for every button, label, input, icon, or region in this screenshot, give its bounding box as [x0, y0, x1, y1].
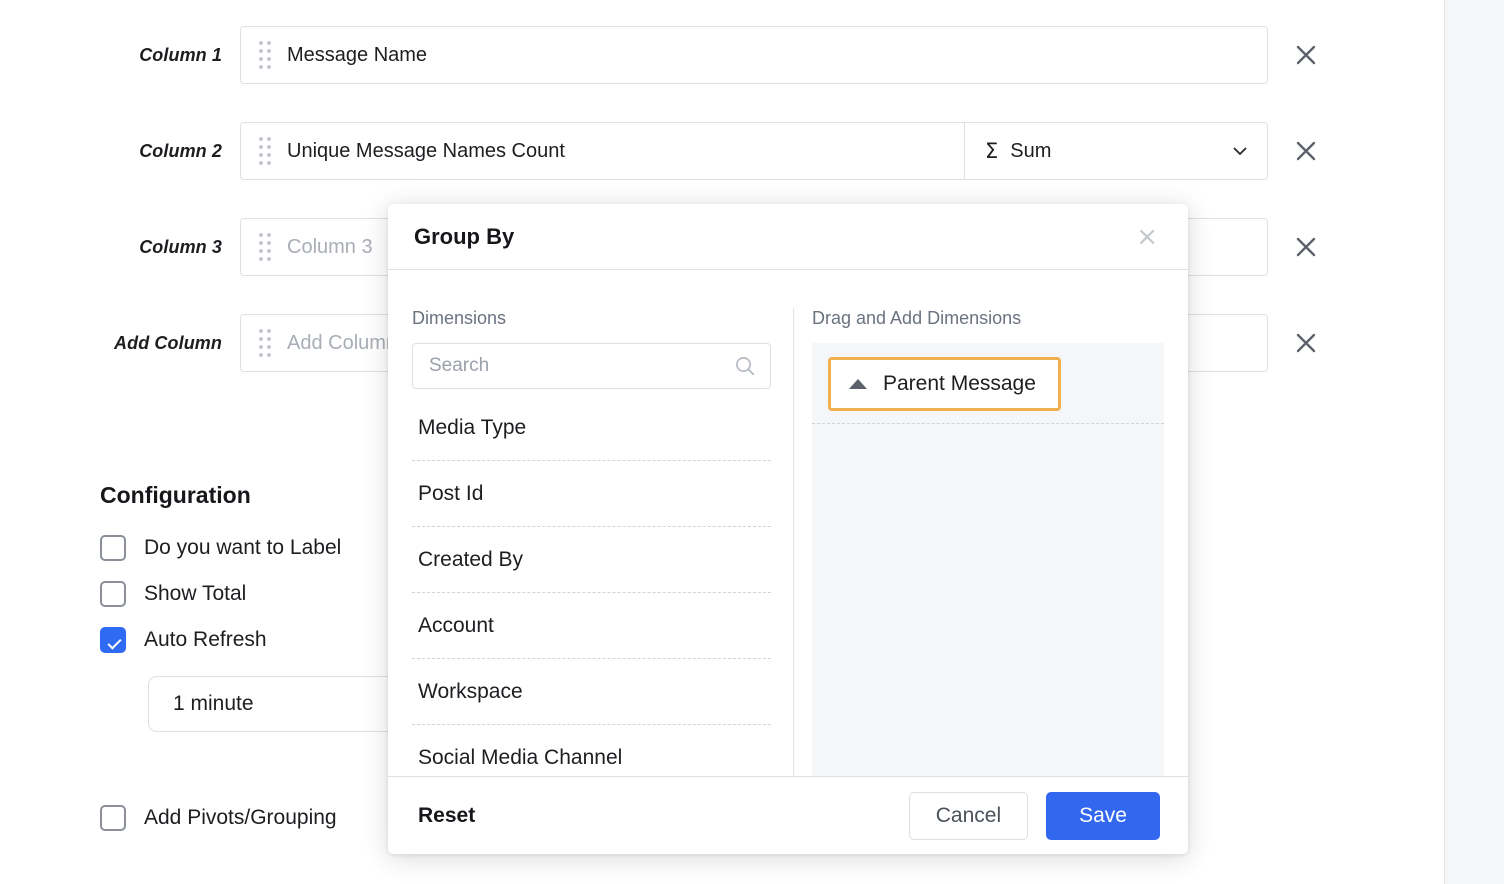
dimensions-list: Media Type Post Id Created By Account Wo…: [412, 395, 771, 776]
config-option-label: Add Pivots/Grouping: [144, 806, 337, 829]
column-field[interactable]: Unique Message Names Count: [240, 122, 964, 180]
close-icon: [1296, 237, 1316, 257]
modal-body: Dimensions Media Type Post Id Created By…: [388, 270, 1188, 776]
configuration-heading: Configuration: [100, 482, 251, 508]
config-option-auto-refresh[interactable]: Auto Refresh: [100, 625, 267, 655]
config-option-do-you-want-to-label[interactable]: Do you want to Label: [100, 533, 341, 563]
selected-dimension-chip[interactable]: Parent Message: [828, 357, 1061, 411]
column-field-wrap: Message Name: [240, 26, 1268, 84]
remove-column-button[interactable]: [1268, 40, 1344, 70]
column-row-label: Column 2: [139, 140, 222, 161]
dimensions-caption: Dimensions: [412, 308, 507, 328]
column-field[interactable]: Message Name: [240, 26, 1268, 84]
column-row-label: Column 3: [139, 236, 222, 257]
dimensions-drop-zone[interactable]: Parent Message: [812, 343, 1164, 776]
search-icon[interactable]: [734, 355, 756, 377]
dimensions-search[interactable]: [412, 343, 771, 389]
close-icon: [1296, 333, 1316, 353]
list-item[interactable]: Account: [412, 593, 771, 659]
checkbox-icon[interactable]: [100, 535, 126, 561]
column-row: Column 2 Unique Message Names Count Σ Su…: [0, 122, 1400, 180]
checkbox-checked-icon[interactable]: [100, 627, 126, 653]
config-option-label: Show Total: [144, 582, 247, 605]
refresh-interval-value: 1 minute: [173, 692, 254, 715]
column-field-value: Unique Message Names Count: [287, 139, 565, 162]
right-side-panel: [1445, 0, 1504, 884]
selected-dimension-label: Parent Message: [883, 372, 1036, 395]
remove-column-button[interactable]: [1268, 328, 1344, 358]
drag-handle-icon[interactable]: [259, 40, 271, 70]
list-item[interactable]: Workspace: [412, 659, 771, 725]
aggregate-value: Sum: [1010, 139, 1052, 162]
search-input[interactable]: [429, 355, 734, 377]
column-field-value: Message Name: [287, 43, 428, 66]
dimensions-pane: Dimensions Media Type Post Id Created By…: [412, 308, 794, 776]
list-item[interactable]: Media Type: [412, 395, 771, 461]
list-item[interactable]: Social Media Channel: [412, 725, 771, 776]
save-button[interactable]: Save: [1046, 791, 1160, 840]
remove-column-button[interactable]: [1268, 232, 1344, 262]
column-field-placeholder: Column 3: [287, 235, 373, 258]
drag-handle-icon[interactable]: [259, 328, 271, 358]
drag-add-dimensions-pane: Drag and Add Dimensions Parent Message: [794, 308, 1164, 776]
config-option-show-total[interactable]: Show Total: [100, 579, 246, 609]
close-icon: [1296, 141, 1316, 161]
checkbox-icon[interactable]: [100, 581, 126, 607]
drag-handle-icon[interactable]: [259, 232, 271, 262]
cancel-button[interactable]: Cancel: [908, 791, 1029, 840]
modal-header: Group By ×: [388, 204, 1188, 270]
sigma-icon: Σ: [985, 139, 999, 163]
aggregate-select[interactable]: Σ Sum: [964, 122, 1268, 180]
list-item[interactable]: Created By: [412, 527, 771, 593]
column-field-placeholder: Add Column: [287, 331, 398, 354]
remove-column-button[interactable]: [1268, 136, 1344, 166]
modal-footer: Reset Cancel Save: [388, 776, 1188, 854]
drop-zone-row: Parent Message: [812, 357, 1164, 424]
chevron-down-icon: [1233, 147, 1247, 155]
config-option-add-pivots-grouping[interactable]: Add Pivots/Grouping: [100, 803, 337, 833]
drag-add-caption: Drag and Add Dimensions: [812, 308, 1022, 328]
config-option-label: Do you want to Label: [144, 536, 342, 559]
close-icon: [1296, 45, 1316, 65]
modal-title: Group By: [414, 223, 515, 249]
checkbox-icon[interactable]: [100, 805, 126, 831]
list-item[interactable]: Post Id: [412, 461, 771, 527]
config-option-label: Auto Refresh: [144, 628, 267, 651]
screen-root: Column 1 Message Name Column 2 Unique Me…: [0, 0, 1504, 884]
column-row-label: Add Column: [114, 332, 222, 353]
column-row-label: Column 1: [139, 44, 222, 65]
reset-button[interactable]: Reset: [416, 798, 477, 834]
column-row: Column 1 Message Name: [0, 26, 1400, 84]
close-icon[interactable]: ×: [1132, 222, 1162, 252]
column-field-wrap: Unique Message Names Count Σ Sum: [240, 122, 1268, 180]
caret-up-icon[interactable]: [849, 379, 867, 389]
drag-handle-icon[interactable]: [259, 136, 271, 166]
group-by-modal: Group By × Dimensions Media Type Post Id…: [388, 204, 1188, 854]
refresh-interval-select[interactable]: 1 minute: [148, 676, 408, 732]
